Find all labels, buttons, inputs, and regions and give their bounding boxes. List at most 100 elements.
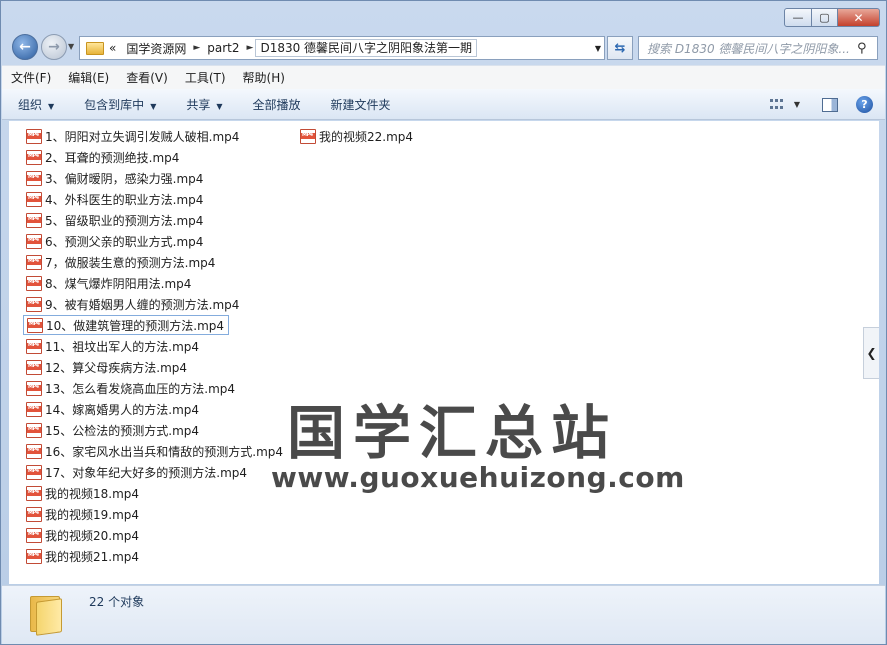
file-type-label: MP4 xyxy=(28,509,39,516)
watermark-title: 国学汇总站 xyxy=(287,399,618,467)
file-item[interactable]: MP4 我的视频21.mp4 xyxy=(23,546,139,566)
file-name: 15、公检法的预测方式.mp4 xyxy=(45,423,200,438)
search-input[interactable]: 搜索 D1830 德馨民间八字之阴阳象... xyxy=(639,40,857,57)
recent-pages-dropdown[interactable]: ▼ xyxy=(68,42,74,51)
breadcrumb-overflow[interactable]: « xyxy=(104,41,121,55)
file-item[interactable]: MP4 我的视频20.mp4 xyxy=(23,525,139,545)
file-item[interactable]: MP4 13、怎么看发烧高血压的方法.mp4 xyxy=(23,378,235,398)
forward-button[interactable]: → xyxy=(41,34,67,60)
video-file-icon: MP4 xyxy=(27,317,43,333)
chevron-down-icon: ▼ xyxy=(48,101,55,111)
breadcrumb-item-root[interactable]: 国学资源网 xyxy=(121,40,191,57)
item-count: 22 个对象 xyxy=(89,595,145,609)
breadcrumb-item-part2[interactable]: part2 xyxy=(202,41,244,55)
file-item[interactable]: MP4 8、煤气爆炸阴阳用法.mp4 xyxy=(23,273,191,293)
chevron-down-icon: ▼ xyxy=(150,101,157,111)
help-icon[interactable]: ? xyxy=(856,96,873,113)
back-button[interactable]: ← xyxy=(12,34,38,60)
file-type-label: MP4 xyxy=(28,173,39,180)
file-name: 16、家宅风水出当兵和情敌的预测方式.mp4 xyxy=(45,444,284,459)
breadcrumb: « 国学资源网 ► part2 ► D1830 德馨民间八字之阴阳象法第一期 xyxy=(104,37,478,59)
file-type-label: MP4 xyxy=(28,257,39,264)
file-type-label: MP4 xyxy=(28,383,39,390)
chevron-left-icon: ❮ xyxy=(866,346,877,360)
play-all-button[interactable]: 全部播放 xyxy=(237,96,315,113)
arrow-left-icon: ← xyxy=(19,39,31,55)
file-name: 12、算父母疾病方法.mp4 xyxy=(45,360,188,375)
video-file-icon: MP4 xyxy=(26,422,42,438)
video-file-icon: MP4 xyxy=(26,275,42,291)
maximize-button[interactable]: ▢ xyxy=(812,8,838,27)
minimize-button[interactable]: — xyxy=(784,8,812,27)
organize-label: 组织 xyxy=(18,97,43,112)
file-item[interactable]: MP4 9、被有婚姻男人缠的预测方法.mp4 xyxy=(23,294,239,314)
view-options-icon[interactable] xyxy=(769,98,784,111)
file-type-label: MP4 xyxy=(28,152,39,159)
file-type-label: MP4 xyxy=(28,278,39,285)
video-file-icon: MP4 xyxy=(26,401,42,417)
file-item[interactable]: MP4 4、外科医生的职业方法.mp4 xyxy=(23,189,203,209)
file-item[interactable]: MP4 6、预测父亲的职业方式.mp4 xyxy=(23,231,203,251)
share-label: 共享 xyxy=(186,97,211,112)
video-file-icon: MP4 xyxy=(26,506,42,522)
file-item[interactable]: MP4 10、做建筑管理的预测方法.mp4 xyxy=(23,315,230,335)
file-item[interactable]: MP4 3、偏财暧阴，感染力强.mp4 xyxy=(23,168,203,188)
file-item[interactable]: MP4 1、阴阳对立失调引发贼人破相.mp4 xyxy=(23,126,239,146)
file-item[interactable]: MP4 我的视频18.mp4 xyxy=(23,483,139,503)
video-file-icon: MP4 xyxy=(26,254,42,270)
breadcrumb-item-current[interactable]: D1830 德馨民间八字之阴阳象法第一期 xyxy=(255,39,478,57)
address-bar[interactable]: « 国学资源网 ► part2 ► D1830 德馨民间八字之阴阳象法第一期 ▼ xyxy=(79,36,605,60)
collapse-pane-button[interactable]: ❮ xyxy=(863,327,879,379)
menu-edit[interactable]: 编辑(E) xyxy=(59,69,117,86)
file-list-area[interactable]: MP4 1、阴阳对立失调引发贼人破相.mp4 MP4 2、耳聋的预测绝技.mp4 MP4… xyxy=(9,121,879,584)
menu-tools[interactable]: 工具(T) xyxy=(176,69,234,86)
file-item[interactable]: MP4 我的视频19.mp4 xyxy=(23,504,139,524)
command-bar: 组织 ▼ 包含到库中 ▼ 共享 ▼ 全部播放 新建文件夹 ▼ ? xyxy=(2,89,885,120)
file-name: 我的视频22.mp4 xyxy=(319,129,414,144)
file-item[interactable]: MP4 17、对象年纪大好多的预测方法.mp4 xyxy=(23,462,247,482)
include-in-library-button[interactable]: 包含到库中 ▼ xyxy=(68,96,170,113)
refresh-button[interactable]: ⇆ xyxy=(607,36,633,60)
menu-help[interactable]: 帮助(H) xyxy=(234,69,293,86)
new-folder-button[interactable]: 新建文件夹 xyxy=(315,96,405,113)
chevron-right-icon[interactable]: ► xyxy=(191,43,202,53)
preview-pane-icon[interactable] xyxy=(822,97,838,112)
video-file-icon: MP4 xyxy=(26,149,42,165)
video-file-icon: MP4 xyxy=(26,233,42,249)
chevron-down-icon: ▼ xyxy=(216,101,223,111)
file-item[interactable]: MP4 12、算父母疾病方法.mp4 xyxy=(23,357,187,377)
menu-view[interactable]: 查看(V) xyxy=(117,69,176,86)
file-item[interactable]: MP4 15、公检法的预测方式.mp4 xyxy=(23,420,199,440)
video-file-icon: MP4 xyxy=(26,443,42,459)
video-file-icon: MP4 xyxy=(26,548,42,564)
menu-file[interactable]: 文件(F) xyxy=(2,69,59,86)
file-item[interactable]: MP4 11、祖坟出军人的方法.mp4 xyxy=(23,336,199,356)
chevron-right-icon[interactable]: ► xyxy=(245,43,256,53)
file-item[interactable]: MP4 16、家宅风水出当兵和情敌的预测方式.mp4 xyxy=(23,441,283,461)
file-type-label: MP4 xyxy=(28,299,39,306)
video-file-icon: MP4 xyxy=(26,464,42,480)
search-icon[interactable]: ⚲ xyxy=(857,41,877,56)
file-name: 3、偏财暧阴，感染力强.mp4 xyxy=(45,171,204,186)
file-type-label: MP4 xyxy=(28,362,39,369)
file-name: 14、嫁离婚男人的方法.mp4 xyxy=(45,402,200,417)
file-type-label: MP4 xyxy=(28,488,39,495)
video-file-icon: MP4 xyxy=(26,338,42,354)
file-type-label: MP4 xyxy=(28,404,39,411)
share-button[interactable]: 共享 ▼ xyxy=(170,96,236,113)
close-button[interactable]: ✕ xyxy=(838,8,880,27)
file-name: 8、煤气爆炸阴阳用法.mp4 xyxy=(45,276,192,291)
file-item[interactable]: MP4 我的视频22.mp4 xyxy=(297,126,413,146)
file-item[interactable]: MP4 5、留级职业的预测方法.mp4 xyxy=(23,210,203,230)
file-item[interactable]: MP4 7，做服装生意的预测方法.mp4 xyxy=(23,252,215,272)
address-dropdown-icon[interactable]: ▼ xyxy=(595,44,601,53)
video-file-icon: MP4 xyxy=(26,128,42,144)
view-dropdown-icon[interactable]: ▼ xyxy=(794,100,800,109)
file-item[interactable]: MP4 2、耳聋的预测绝技.mp4 xyxy=(23,147,179,167)
file-name: 17、对象年纪大好多的预测方法.mp4 xyxy=(45,465,248,480)
search-box[interactable]: 搜索 D1830 德馨民间八字之阴阳象... ⚲ xyxy=(638,36,878,60)
file-name: 11、祖坟出军人的方法.mp4 xyxy=(45,339,200,354)
file-type-label: MP4 xyxy=(28,236,39,243)
file-item[interactable]: MP4 14、嫁离婚男人的方法.mp4 xyxy=(23,399,199,419)
organize-button[interactable]: 组织 ▼ xyxy=(2,96,68,113)
